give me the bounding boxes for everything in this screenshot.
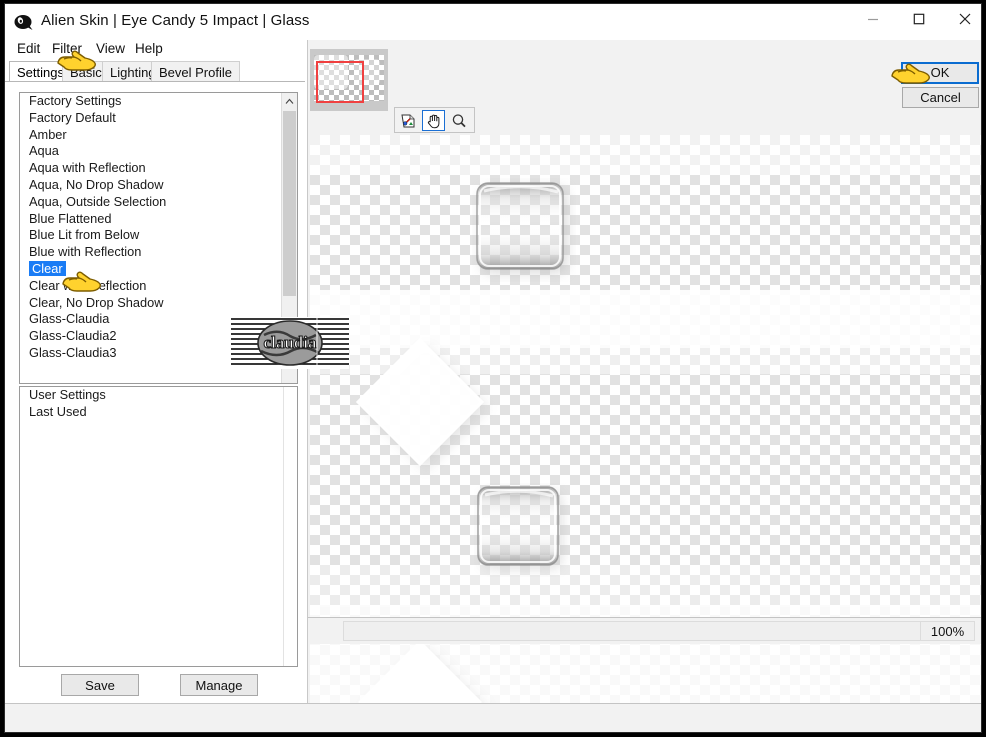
- user-list-scrollbar[interactable]: [283, 387, 297, 666]
- factory-list-item[interactable]: Aqua: [20, 143, 297, 160]
- close-button[interactable]: [942, 4, 981, 34]
- menu-item-help[interactable]: Help: [129, 38, 169, 60]
- user-list-item[interactable]: Last Used: [20, 404, 297, 421]
- scrollbar-thumb[interactable]: [283, 111, 296, 296]
- zoom-level-indicator: 100%: [920, 621, 975, 641]
- user-settings-list[interactable]: User Settings Last Used: [19, 386, 298, 667]
- status-bar: 100%: [308, 617, 981, 644]
- factory-list-item[interactable]: Blue Flattened: [20, 211, 297, 228]
- factory-list-item[interactable]: Aqua, No Drop Shadow: [20, 177, 297, 194]
- alien-skin-icon: [13, 12, 33, 32]
- window-title: Alien Skin | Eye Candy 5 Impact | Glass: [41, 12, 310, 29]
- scroll-up-icon[interactable]: [282, 93, 297, 110]
- navigator-viewport-rect[interactable]: [316, 61, 364, 103]
- factory-list-item[interactable]: Aqua, Outside Selection: [20, 194, 297, 211]
- tab-strip: Settings Basic Lighting Bevel Profile: [5, 61, 305, 83]
- factory-list-item[interactable]: Aqua with Reflection: [20, 160, 297, 177]
- factory-list-item-label-selected: Clear: [29, 260, 66, 276]
- menu-item-view[interactable]: View: [90, 38, 131, 60]
- manage-button[interactable]: Manage: [180, 674, 258, 696]
- glass-shape-middle: [477, 486, 562, 569]
- screenshot-root: Alien Skin | Eye Candy 5 Impact | Glass …: [0, 0, 986, 737]
- preview-tools: [394, 107, 475, 133]
- ok-button[interactable]: OK: [901, 62, 979, 84]
- menu-item-edit[interactable]: Edit: [11, 38, 46, 60]
- claudia-watermark: claudia: [231, 317, 349, 369]
- factory-list-item[interactable]: Clear with Reflection: [20, 278, 297, 295]
- factory-list-item[interactable]: Amber: [20, 127, 297, 144]
- color-picker-tool-icon[interactable]: [397, 110, 420, 131]
- title-bar: Alien Skin | Eye Candy 5 Impact | Glass: [5, 4, 981, 40]
- maximize-button[interactable]: [896, 4, 942, 34]
- settings-panel: Factory Settings Factory Default Amber Aqua…: [5, 82, 307, 732]
- factory-list-item[interactable]: Factory Settings: [20, 93, 297, 110]
- user-settings-items: User Settings Last Used: [20, 387, 297, 666]
- save-button[interactable]: Save: [61, 674, 139, 696]
- watermark-text: claudia: [264, 333, 317, 352]
- status-message-field: [343, 621, 923, 641]
- glass-shape-top: [476, 182, 567, 273]
- menu-item-filter[interactable]: Filter: [46, 38, 88, 60]
- factory-list-item[interactable]: Clear: [20, 260, 297, 278]
- navigator-thumbnail[interactable]: [310, 49, 388, 111]
- factory-list-item[interactable]: Factory Default: [20, 110, 297, 127]
- factory-list-item[interactable]: Clear, No Drop Shadow: [20, 295, 297, 312]
- preview-area: Preview Background: None: [308, 40, 981, 732]
- tab-bevel-profile[interactable]: Bevel Profile: [151, 61, 240, 82]
- application-window: Alien Skin | Eye Candy 5 Impact | Glass …: [4, 3, 982, 733]
- factory-list-item[interactable]: Blue Lit from Below: [20, 227, 297, 244]
- bottom-strip: [5, 703, 981, 732]
- hand-pan-tool-icon[interactable]: [422, 110, 445, 131]
- cancel-button[interactable]: Cancel: [902, 87, 979, 108]
- zoom-magnifier-tool-icon[interactable]: [447, 110, 470, 131]
- factory-list-item[interactable]: Blue with Reflection: [20, 244, 297, 261]
- user-list-item[interactable]: User Settings: [20, 387, 297, 404]
- minimize-button[interactable]: [850, 4, 896, 34]
